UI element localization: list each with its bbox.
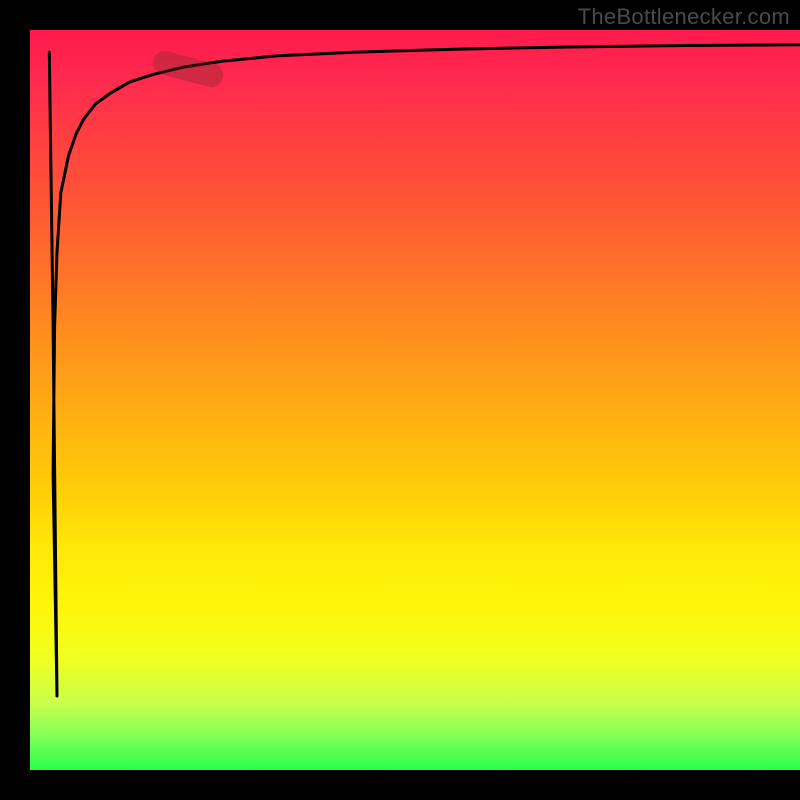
watermark-text: TheBottlenecker.com — [578, 4, 790, 30]
bottleneck-curve — [30, 30, 800, 770]
curve-path — [49, 45, 800, 696]
